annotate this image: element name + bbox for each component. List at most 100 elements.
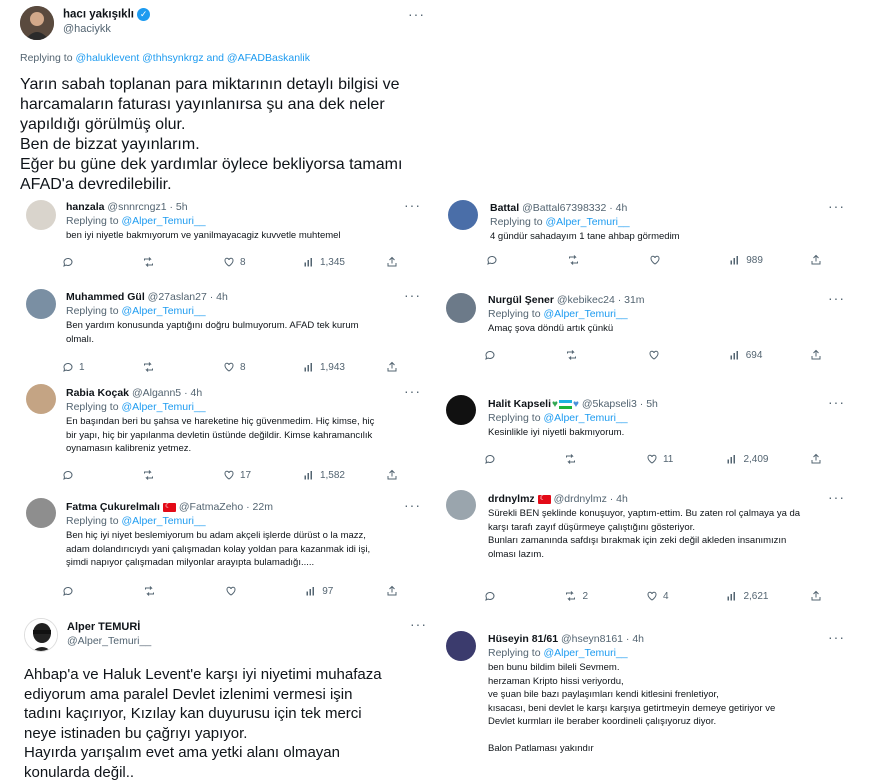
retweet-button[interactable] [142,469,182,481]
reply-tweet[interactable]: Muhammed Gül @27aslan27 · 4h ··· Replying … [0,282,432,378]
more-options-icon[interactable]: ··· [828,290,845,306]
share-button[interactable] [810,453,822,465]
author-handle[interactable]: @haciykk [63,23,111,35]
author-name[interactable]: Halit Kapseli [488,398,551,410]
reply-tweet[interactable]: Rabia Koçak @Algann5 · 4h ··· Replying to … [0,378,432,488]
timestamp[interactable]: · 22m [243,501,273,513]
author-handle[interactable]: @Battal67398332 [519,202,606,214]
views-button[interactable]: 1,943 [303,361,345,373]
like-button[interactable]: 11 [646,453,685,465]
replying-to-mentions[interactable]: @haluklevent @thhsynkrgz and @AFADBaskan… [75,52,310,64]
avatar[interactable] [26,384,56,414]
share-button[interactable] [386,469,398,481]
reply-button[interactable]: 1 [62,361,101,373]
author-handle[interactable]: @Alper_Temuri__ [67,635,151,647]
reply-tweet[interactable]: drdnylmz @drdnylmz · 4h ··· Sürekli BEN şe… [436,484,856,609]
avatar[interactable] [24,618,58,652]
reply-button[interactable] [484,349,523,361]
avatar[interactable] [446,395,476,425]
views-button[interactable]: 1,345 [303,256,345,268]
more-options-icon[interactable]: ··· [404,197,421,213]
timestamp[interactable]: · 4h [607,493,628,505]
views-button[interactable]: 97 [305,585,344,597]
alper-tweet[interactable]: Alper TEMURİ @Alper_Temuri__ ··· Ahbap'a… [0,608,432,781]
more-options-icon[interactable]: ··· [828,198,845,214]
reply-button[interactable] [484,453,523,465]
reply-button[interactable] [484,590,523,602]
reply-button[interactable] [62,469,101,481]
more-options-icon[interactable]: ··· [404,497,421,513]
like-button[interactable] [225,585,264,597]
avatar[interactable] [26,289,56,319]
author-handle[interactable]: @hseyn8161 [558,633,623,645]
views-button[interactable]: 989 [729,254,768,266]
more-options-icon[interactable]: ··· [410,616,427,632]
like-button[interactable]: 4 [646,590,685,602]
timestamp[interactable]: · 4h [623,633,644,645]
author-name[interactable]: Muhammed Gül [66,291,145,303]
avatar[interactable] [448,200,478,230]
more-options-icon[interactable]: ··· [828,629,845,645]
author-handle[interactable]: @snnrcngz1 [105,201,166,213]
reply-tweet[interactable]: Halit Kapseli♥ ♥ @5kapseli3 · 5h ··· Replyi… [436,387,856,475]
author-name[interactable]: Rabia Koçak [66,387,129,399]
replying-to-mention[interactable]: @Alper_Temuri__ [543,647,627,659]
like-button[interactable]: 8 [223,256,262,268]
author-name[interactable]: Nurgül Şener [488,294,554,306]
retweet-button[interactable]: 2 [564,590,604,602]
more-options-icon[interactable]: ··· [404,287,421,303]
replying-to-mention[interactable]: @Alper_Temuri__ [121,305,205,317]
avatar[interactable] [446,293,476,323]
retweet-button[interactable] [142,256,182,268]
avatar[interactable] [446,490,476,520]
author-handle[interactable]: @drdnylmz [551,493,607,505]
author-handle[interactable]: @kebikec24 [554,294,615,306]
replying-to-mention[interactable]: @Alper_Temuri__ [543,308,627,320]
author-name[interactable]: hanzala [66,201,105,213]
reply-button[interactable] [62,256,101,268]
author-name[interactable]: hacı yakışıklı [63,9,134,21]
more-options-icon[interactable]: ··· [828,394,845,410]
like-button[interactable] [648,349,687,361]
main-tweet[interactable]: hacı yakışıklı ✓ @haciykk ··· Replying t… [0,0,432,196]
avatar[interactable] [20,6,54,40]
replying-to-mention[interactable]: @Alper_Temuri__ [545,216,629,228]
author-handle[interactable]: @27aslan27 [145,291,207,303]
share-button[interactable] [810,349,822,361]
views-button[interactable]: 694 [729,349,768,361]
more-options-icon[interactable]: ··· [408,6,425,22]
retweet-button[interactable] [565,349,605,361]
like-button[interactable]: 8 [223,361,262,373]
share-button[interactable] [386,585,398,597]
replying-to-mention[interactable]: @Alper_Temuri__ [121,215,205,227]
author-name[interactable]: Hüseyin 81/61 [488,633,558,645]
views-button[interactable]: 2,409 [726,453,768,465]
reply-tweet[interactable]: Battal @Battal67398332 · 4h ··· Replying t… [436,196,856,273]
avatar[interactable] [446,631,476,661]
like-button[interactable]: 17 [223,469,262,481]
author-name[interactable]: Battal [490,202,519,214]
timestamp[interactable]: · 5h [167,201,187,213]
avatar[interactable] [26,498,56,528]
reply-tweet[interactable]: hanzala @snnrcngz1 · 5h ··· Replying to @A… [0,196,432,276]
author-handle[interactable]: @5kapseli3 [579,398,637,410]
share-button[interactable] [810,254,822,266]
retweet-button[interactable] [567,254,607,266]
reply-tweet[interactable]: Hüseyin 81/61 @hseyn8161 · 4h ··· Replying… [436,624,856,778]
replying-to-mention[interactable]: @Alper_Temuri__ [543,412,627,424]
replying-to-mention[interactable]: @Alper_Temuri__ [121,401,205,413]
reply-tweet[interactable]: Fatma Çukurelmalı @FatmaZeho · 22m ··· Rep… [0,492,432,604]
replying-to-mention[interactable]: @Alper_Temuri__ [121,515,205,527]
reply-button[interactable] [62,585,101,597]
author-name[interactable]: Fatma Çukurelmalı [66,501,160,513]
reply-button[interactable] [486,254,525,266]
timestamp[interactable]: · 31m [615,294,645,306]
author-name[interactable]: Alper TEMURİ [67,621,140,633]
views-button[interactable]: 2,621 [726,590,768,602]
retweet-button[interactable] [143,585,183,597]
timestamp[interactable]: · 4h [181,387,202,399]
share-button[interactable] [386,256,398,268]
author-handle[interactable]: @FatmaZeho [176,501,243,513]
timestamp[interactable]: · 5h [637,398,658,410]
timestamp[interactable]: · 4h [207,291,228,303]
